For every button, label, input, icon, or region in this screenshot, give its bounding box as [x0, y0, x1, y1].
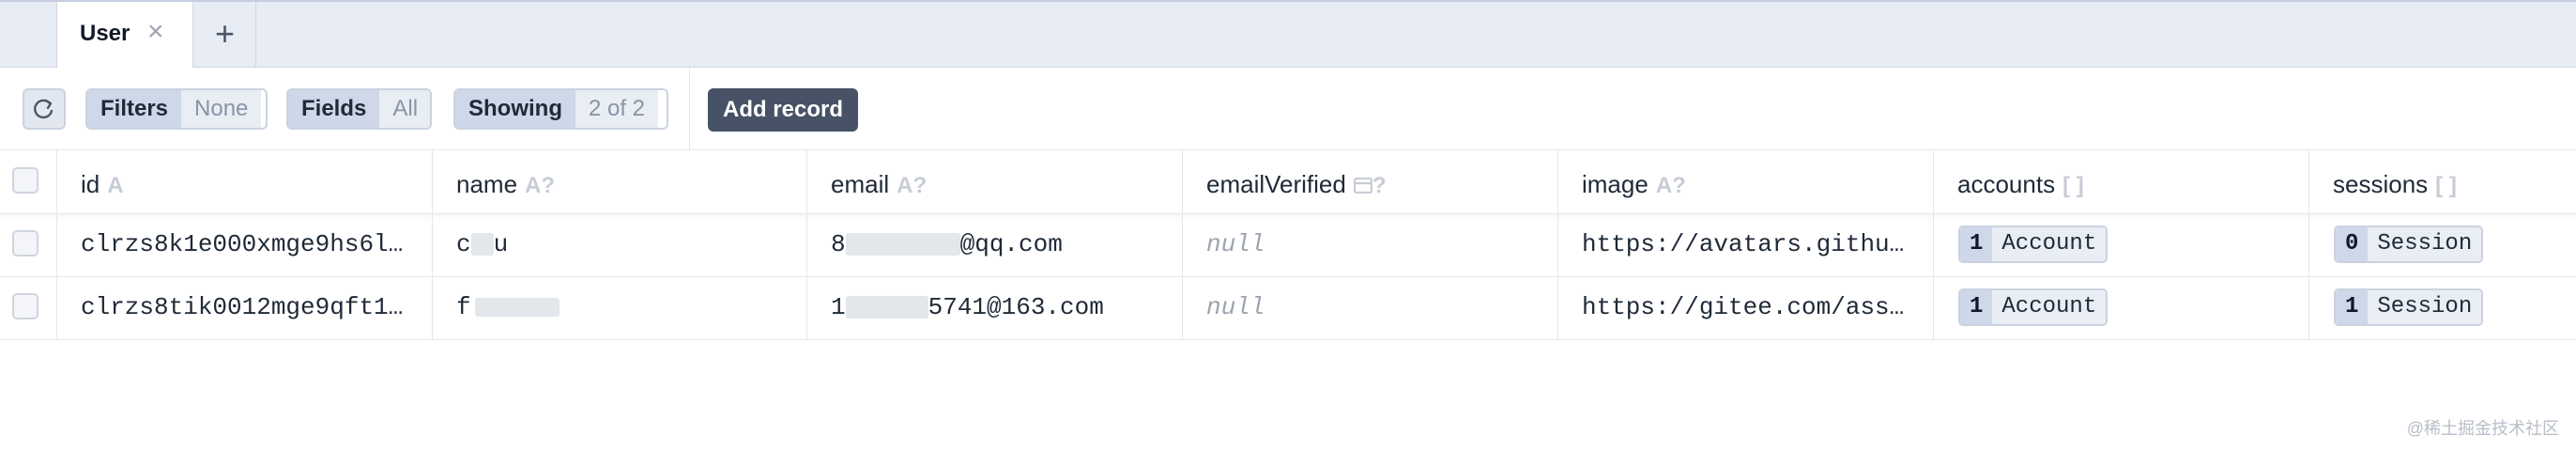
add-tab-button[interactable]: + [194, 2, 256, 68]
row-checkbox[interactable] [12, 293, 38, 319]
cell-sessions: 0 Session [2309, 214, 2576, 276]
optional-string-type-icon: A? [525, 173, 556, 198]
fields-value: All [379, 90, 430, 128]
column-header-image[interactable]: image A? [1558, 150, 1934, 213]
table-row: clrzs8tik0012mge9qft1… f 1 5741@163.com n… [0, 277, 2576, 340]
close-icon[interactable]: × [147, 18, 164, 46]
cell-image[interactable]: https://gitee.com/ass… [1558, 277, 1934, 339]
redacted-block [470, 233, 494, 257]
column-header-sessions[interactable]: sessions [ ] [2309, 150, 2576, 213]
redacted-block [845, 233, 960, 257]
cell-name[interactable]: cu [433, 214, 807, 276]
refresh-icon [34, 99, 54, 119]
filters-label: Filters [87, 90, 182, 128]
cell-emailverified[interactable]: null [1183, 277, 1558, 339]
toolbar: Filters None Fields All Showing 2 of 2 A… [0, 68, 2576, 150]
row-select-cell [0, 277, 57, 339]
column-header-emailverified[interactable]: emailVerified? [1183, 150, 1558, 213]
watermark: @稀土掘金技术社区 [2406, 419, 2559, 438]
optional-string-type-icon: A? [897, 173, 928, 198]
tab-user[interactable]: User × [57, 2, 193, 68]
cell-image[interactable]: https://avatars.githu… [1558, 214, 1934, 276]
select-all-checkbox[interactable] [12, 167, 38, 194]
cell-accounts: 1 Account [1934, 277, 2309, 339]
column-name: email [831, 170, 890, 198]
table-header-row: id A name A? email A? emailVerified? image A… [0, 150, 2576, 214]
column-header-accounts[interactable]: accounts [ ] [1934, 150, 2309, 213]
filters-value: None [181, 90, 262, 128]
records-table: id A name A? email A? emailVerified? image A… [0, 150, 2576, 340]
header-select-cell [0, 150, 57, 213]
cell-email[interactable]: 1 5741@163.com [807, 277, 1183, 339]
cell-accounts: 1 Account [1934, 214, 2309, 276]
filters-button[interactable]: Filters None [85, 88, 268, 130]
list-type-icon: [ ] [2435, 173, 2457, 198]
showing-value: 2 of 2 [575, 90, 659, 128]
string-type-icon: A [107, 173, 124, 198]
tab-bar: User × + [0, 0, 2576, 68]
cell-emailverified[interactable]: null [1183, 214, 1558, 276]
column-name: image [1582, 170, 1648, 198]
tab-bar-gutter [0, 2, 57, 68]
redacted-block [845, 296, 928, 319]
add-record-button[interactable]: Add record [708, 88, 858, 132]
refresh-button[interactable] [23, 88, 66, 130]
calendar-type-icon: ? [1353, 173, 1387, 198]
cell-name[interactable]: f [433, 277, 807, 339]
sessions-relation-chip[interactable]: 0 Session [2334, 226, 2484, 263]
cell-email[interactable]: 8 @qq.com [807, 214, 1183, 276]
row-checkbox[interactable] [12, 230, 38, 257]
cell-sessions: 1 Session [2309, 277, 2576, 339]
column-header-email[interactable]: email A? [807, 150, 1183, 213]
list-type-icon: [ ] [2062, 173, 2084, 198]
redacted-block [474, 298, 560, 318]
showing-button[interactable]: Showing 2 of 2 [453, 88, 668, 130]
column-header-id[interactable]: id A [57, 150, 433, 213]
column-name: id [81, 170, 100, 198]
fields-button[interactable]: Fields All [286, 88, 432, 130]
cell-id[interactable]: clrzs8k1e000xmge9hs6l… [57, 214, 433, 276]
cell-id[interactable]: clrzs8tik0012mge9qft1… [57, 277, 433, 339]
row-select-cell [0, 214, 57, 276]
accounts-relation-chip[interactable]: 1 Account [1958, 226, 2108, 263]
table-row: clrzs8k1e000xmge9hs6l… cu 8 @qq.com null … [0, 214, 2576, 277]
sessions-relation-chip[interactable]: 1 Session [2334, 288, 2484, 326]
toolbar-divider [689, 68, 690, 150]
accounts-relation-chip[interactable]: 1 Account [1958, 288, 2108, 326]
column-header-name[interactable]: name A? [433, 150, 807, 213]
column-name: emailVerified [1206, 170, 1346, 198]
optional-string-type-icon: A? [1655, 173, 1686, 198]
fields-label: Fields [288, 90, 380, 128]
column-name: name [456, 170, 518, 198]
showing-label: Showing [455, 90, 575, 128]
tab-label: User [80, 21, 130, 46]
column-name: accounts [1957, 170, 2056, 198]
column-name: sessions [2333, 170, 2429, 198]
